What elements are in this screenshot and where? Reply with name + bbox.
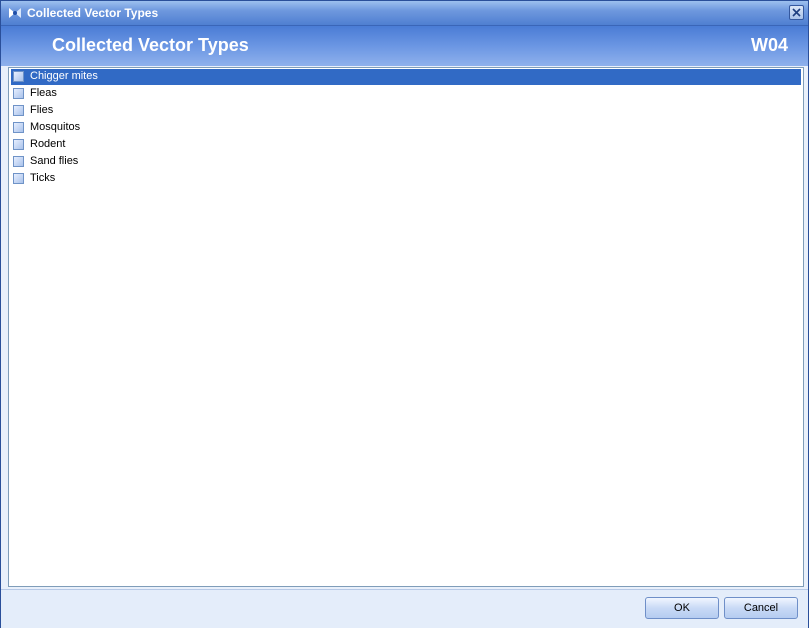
dialog-footer: OK Cancel [1,589,808,628]
item-label: Sand flies [30,155,79,167]
list-item[interactable]: Fleas [11,86,801,102]
dialog-window: Collected Vector Types Collected Vector … [0,0,809,628]
header-title: Collected Vector Types [52,35,249,55]
item-checkbox[interactable] [13,173,24,184]
list-item[interactable]: Ticks [11,171,801,187]
item-label: Flies [30,104,54,116]
item-label: Fleas [30,87,57,99]
title-bar[interactable]: Collected Vector Types [1,1,808,26]
item-label: Rodent [30,138,66,150]
vector-type-list[interactable]: Chigger mites Fleas Flies Mosquitos Rode… [8,67,804,587]
item-label: Ticks [30,172,56,184]
item-checkbox[interactable] [13,122,24,133]
item-label: Mosquitos [30,121,81,133]
close-icon [792,8,801,17]
item-label: Chigger mites [30,70,98,82]
ok-button[interactable]: OK [645,597,719,619]
window-title: Collected Vector Types [27,6,159,20]
item-checkbox[interactable] [13,88,24,99]
app-logo-icon [7,5,23,21]
dialog-header: Collected Vector Types W04 [1,26,808,66]
header-code: W04 [750,35,788,55]
close-button[interactable] [789,5,804,20]
cancel-button[interactable]: Cancel [724,597,798,619]
item-checkbox[interactable] [13,71,24,82]
item-checkbox[interactable] [13,105,24,116]
list-item[interactable]: Mosquitos [11,120,801,136]
list-item[interactable]: Flies [11,103,801,119]
list-item[interactable]: Sand flies [11,154,801,170]
item-checkbox[interactable] [13,139,24,150]
item-checkbox[interactable] [13,156,24,167]
list-item[interactable]: Chigger mites [11,69,801,85]
list-item[interactable]: Rodent [11,137,801,153]
